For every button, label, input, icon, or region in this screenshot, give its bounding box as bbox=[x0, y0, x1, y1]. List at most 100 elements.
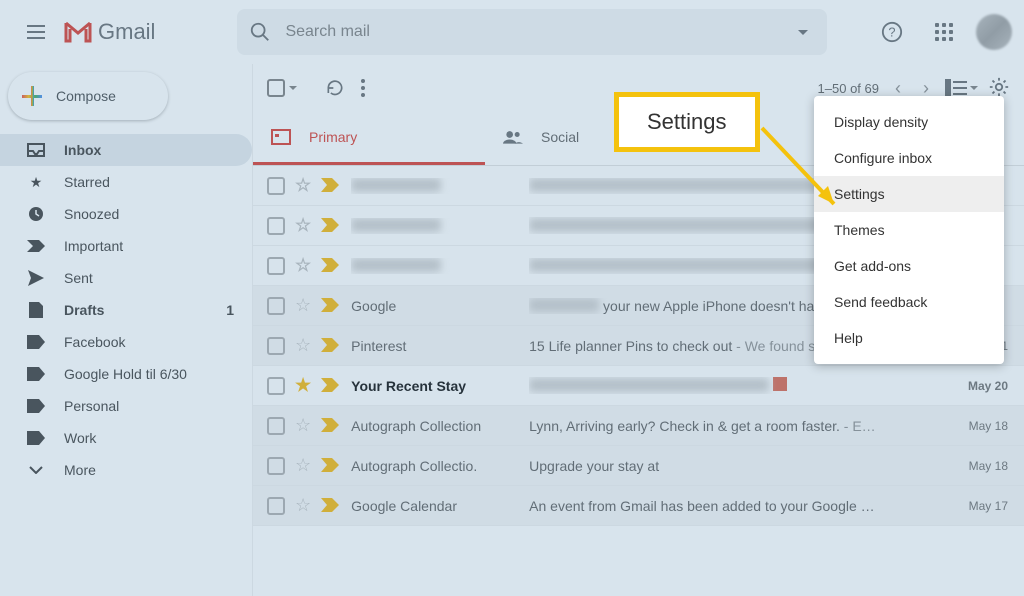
menu-get-addons[interactable]: Get add-ons bbox=[814, 248, 1004, 284]
tab-primary[interactable]: Primary bbox=[253, 112, 485, 165]
mail-sender: Autograph Collectio. bbox=[351, 458, 529, 474]
account-avatar[interactable] bbox=[976, 14, 1012, 50]
menu-display-density[interactable]: Display density bbox=[814, 104, 1004, 140]
sidebar-item-google-hold[interactable]: Google Hold til 6/30 bbox=[0, 358, 252, 390]
mail-row[interactable]: ☆ Autograph Collectio.Upgrade your stay a… bbox=[253, 446, 1024, 486]
menu-help[interactable]: Help bbox=[814, 320, 1004, 356]
gear-icon bbox=[988, 76, 1010, 98]
sidebar-item-inbox[interactable]: Inbox bbox=[0, 134, 252, 166]
mail-sender: Google Calendar bbox=[351, 498, 529, 514]
row-checkbox[interactable] bbox=[267, 297, 285, 315]
star-toggle[interactable]: ☆ bbox=[295, 255, 311, 276]
label-icon bbox=[26, 364, 46, 384]
important-marker[interactable] bbox=[321, 258, 337, 274]
tab-label: Social bbox=[541, 129, 579, 145]
row-checkbox[interactable] bbox=[267, 257, 285, 275]
row-checkbox[interactable] bbox=[267, 497, 285, 515]
mail-date: May 18 bbox=[955, 419, 1010, 433]
star-toggle[interactable]: ☆ bbox=[295, 295, 311, 316]
star-icon: ★ bbox=[26, 172, 46, 192]
search-bar[interactable] bbox=[237, 9, 827, 55]
sidebar-item-more[interactable]: More bbox=[0, 454, 252, 486]
mail-sender: xxxx bbox=[351, 258, 529, 274]
menu-themes[interactable]: Themes bbox=[814, 212, 1004, 248]
mail-subject: An event from Gmail has been added to yo… bbox=[529, 498, 955, 514]
select-all-checkbox[interactable] bbox=[267, 79, 285, 97]
row-checkbox[interactable] bbox=[267, 417, 285, 435]
important-marker[interactable] bbox=[321, 418, 337, 434]
search-options-dropdown[interactable] bbox=[791, 20, 815, 44]
mail-row[interactable]: ☆Autograph CollectionLynn, Arriving earl… bbox=[253, 406, 1024, 446]
sidebar-item-label: Work bbox=[64, 430, 96, 446]
important-marker[interactable] bbox=[321, 458, 337, 474]
menu-settings[interactable]: Settings bbox=[814, 176, 1004, 212]
apps-button[interactable] bbox=[924, 12, 964, 52]
important-marker[interactable] bbox=[321, 338, 337, 354]
sidebar-item-work[interactable]: Work bbox=[0, 422, 252, 454]
star-toggle[interactable]: ☆ bbox=[295, 335, 311, 356]
important-marker[interactable] bbox=[321, 378, 337, 394]
important-marker[interactable] bbox=[321, 298, 337, 314]
mail-date: May 17 bbox=[955, 499, 1010, 513]
star-toggle[interactable]: ☆ bbox=[295, 175, 311, 196]
star-toggle[interactable]: ☆ bbox=[295, 415, 311, 436]
input-mode-button[interactable] bbox=[945, 79, 978, 97]
help-button[interactable]: ? bbox=[872, 12, 912, 52]
inbox-icon bbox=[26, 140, 46, 160]
search-input[interactable] bbox=[285, 23, 791, 41]
star-toggle[interactable]: ☆ bbox=[295, 215, 311, 236]
chevron-down-icon bbox=[26, 460, 46, 480]
mail-sender: xxxx bbox=[351, 218, 529, 234]
more-actions-button[interactable] bbox=[361, 79, 365, 97]
sidebar-item-sent[interactable]: Sent bbox=[0, 262, 252, 294]
nav-list: Inbox ★ Starred Snoozed Important Sent Dr… bbox=[0, 134, 252, 486]
sidebar-item-starred[interactable]: ★ Starred bbox=[0, 166, 252, 198]
label-icon bbox=[26, 428, 46, 448]
drafts-badge: 1 bbox=[226, 302, 234, 318]
search-icon bbox=[249, 21, 271, 43]
label-icon bbox=[26, 332, 46, 352]
star-toggle[interactable]: ☆ bbox=[295, 495, 311, 516]
important-marker[interactable] bbox=[321, 498, 337, 514]
tab-label: Primary bbox=[309, 129, 357, 145]
row-checkbox[interactable] bbox=[267, 217, 285, 235]
important-icon bbox=[26, 236, 46, 256]
sidebar-item-label: Starred bbox=[64, 174, 110, 190]
mail-sender: Your Recent Stay bbox=[351, 378, 529, 394]
sidebar-item-facebook[interactable]: Facebook bbox=[0, 326, 252, 358]
select-dropdown[interactable] bbox=[289, 86, 297, 90]
sidebar-item-drafts[interactable]: Drafts1 bbox=[0, 294, 252, 326]
mail-sender: Pinterest bbox=[351, 338, 529, 354]
inbox-icon bbox=[271, 127, 291, 147]
mail-subject: x bbox=[529, 377, 955, 394]
mail-row[interactable]: ★Your Recent Stayx May 20 bbox=[253, 366, 1024, 406]
mail-date: May 18 bbox=[955, 459, 1010, 473]
mail-subject: Upgrade your stay at bbox=[529, 458, 955, 474]
important-marker[interactable] bbox=[321, 178, 337, 194]
sidebar-item-label: Sent bbox=[64, 270, 93, 286]
people-icon bbox=[503, 127, 523, 147]
mail-sender: Google bbox=[351, 298, 529, 314]
main-menu-button[interactable] bbox=[12, 8, 60, 56]
pagination-range: 1–50 of 69 bbox=[818, 81, 879, 96]
row-checkbox[interactable] bbox=[267, 457, 285, 475]
label-icon bbox=[26, 396, 46, 416]
mail-row[interactable]: ☆ Google CalendarAn event from Gmail has … bbox=[253, 486, 1024, 526]
menu-configure-inbox[interactable]: Configure inbox bbox=[814, 140, 1004, 176]
refresh-button[interactable] bbox=[325, 78, 345, 98]
important-marker[interactable] bbox=[321, 218, 337, 234]
menu-send-feedback[interactable]: Send feedback bbox=[814, 284, 1004, 320]
row-checkbox[interactable] bbox=[267, 337, 285, 355]
row-checkbox[interactable] bbox=[267, 177, 285, 195]
row-checkbox[interactable] bbox=[267, 377, 285, 395]
gmail-logo[interactable]: Gmail bbox=[64, 19, 155, 45]
star-toggle[interactable]: ★ bbox=[295, 375, 311, 396]
sidebar-item-label: Facebook bbox=[64, 334, 125, 350]
sidebar-item-personal[interactable]: Personal bbox=[0, 390, 252, 422]
plus-icon bbox=[22, 86, 42, 106]
sidebar-item-important[interactable]: Important bbox=[0, 230, 252, 262]
sidebar-item-snoozed[interactable]: Snoozed bbox=[0, 198, 252, 230]
compose-button[interactable]: Compose bbox=[8, 72, 168, 120]
header-bar: Gmail ? bbox=[0, 0, 1024, 64]
star-toggle[interactable]: ☆ bbox=[295, 455, 311, 476]
